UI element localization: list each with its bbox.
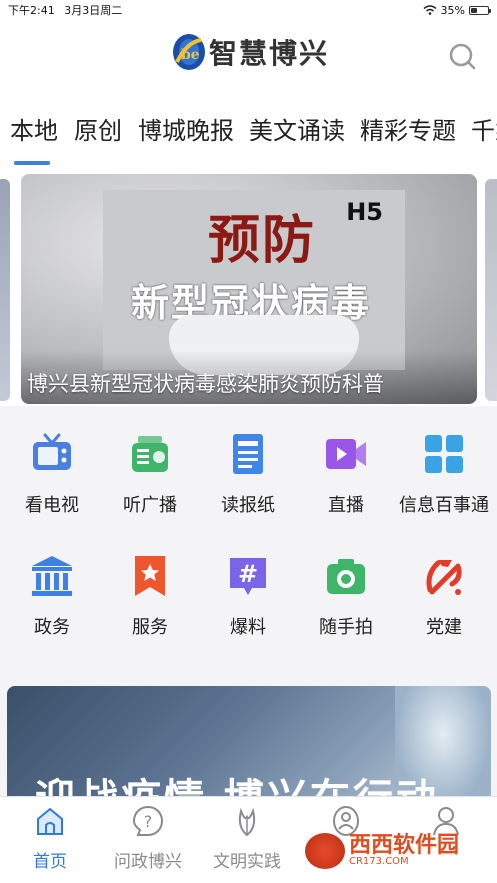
battery-percent: 35% [440, 3, 465, 17]
government-icon [32, 556, 72, 596]
app-header: be 智慧博兴 [0, 20, 497, 95]
poster-title: 预防 [208, 211, 317, 271]
hashtag-icon: # [230, 558, 266, 595]
brand-logo[interactable]: be 智慧博兴 [171, 32, 329, 72]
bottom-tab-civilization-practice[interactable]: 文明实践 [197, 805, 297, 872]
service-label: 政务 [34, 617, 70, 638]
service-label: 服务 [132, 617, 168, 638]
service-snapshot[interactable]: 随手拍 [296, 554, 396, 639]
bottom-tab-label: 文明实践 [213, 852, 281, 872]
banner-slide[interactable]: H5 预防 新型冠状病毒 博兴县新型冠状病毒感染肺炎预防科普 [21, 174, 477, 404]
flame-leaf-icon [238, 807, 256, 837]
watermark-main: 西西软件园 [349, 833, 460, 859]
service-label: 随手拍 [319, 617, 373, 638]
poster-badge: H5 [346, 198, 383, 226]
home-icon [37, 807, 63, 835]
tab-local[interactable]: 本地 [10, 111, 58, 146]
banner-poster-image: H5 预防 新型冠状病毒 [103, 190, 405, 375]
service-services[interactable]: 服务 [100, 554, 200, 639]
brand-emblem-icon: be [173, 34, 205, 70]
tab-bocheng-evening[interactable]: 博城晚报 [138, 111, 234, 146]
question-icon: ? [132, 805, 164, 836]
service-watch-tv[interactable]: 看电视 [2, 432, 102, 517]
watermark-logo-icon [305, 833, 345, 869]
radio-icon [132, 436, 168, 472]
tab-special-topics[interactable]: 精彩专题 [360, 111, 456, 146]
tab-qiancheng[interactable]: 千乘 [471, 111, 497, 146]
newspaper-icon [233, 434, 263, 474]
service-info-hub[interactable]: 信息百事通 [394, 432, 494, 517]
svg-text:?: ? [144, 812, 153, 831]
grid-apps-icon [425, 435, 463, 473]
banner-carousel[interactable]: H5 预防 新型冠状病毒 博兴县新型冠状病毒感染肺炎预防科普 [0, 170, 497, 406]
tv-icon [33, 433, 71, 470]
category-tabs: 本地 原创 博城晚报 美文诵读 精彩专题 千乘 [0, 95, 497, 170]
search-button[interactable] [446, 40, 480, 74]
banner-caption: 博兴县新型冠状病毒感染肺炎预防科普 [27, 372, 384, 396]
wifi-icon [423, 5, 437, 15]
service-listen-radio[interactable]: 听广播 [100, 432, 200, 517]
bottom-tab-home[interactable]: 首页 [0, 805, 100, 872]
bottom-tab-ask-government[interactable]: ? 问政博兴 [98, 805, 198, 872]
watermark-text: 西西软件园 CR173.COM [349, 834, 459, 868]
status-left: 下午2:41 3月3日周二 [8, 2, 128, 18]
tab-active-indicator [14, 161, 50, 165]
site-watermark: 西西软件园 CR173.COM [305, 830, 483, 872]
brand-title: 智慧博兴 [209, 37, 330, 70]
watermark-sub: CR173.COM [349, 856, 409, 868]
service-label: 读报纸 [221, 495, 275, 516]
tab-prose-reading[interactable]: 美文诵读 [249, 111, 345, 146]
bottom-tab-label: 问政博兴 [114, 852, 182, 872]
service-live[interactable]: 直播 [296, 432, 396, 517]
service-label: 直播 [328, 495, 364, 516]
banner-prev-slide[interactable] [0, 179, 10, 401]
service-label: 党建 [426, 617, 462, 638]
battery-icon [469, 5, 491, 15]
news-card[interactable]: 迎战疫情 博兴在行动 [7, 686, 491, 806]
service-label: 爆料 [230, 617, 266, 638]
bookmark-star-icon [135, 556, 165, 596]
search-icon [449, 43, 476, 70]
service-grid: 看电视 听广播 读报纸 直播 信息百事通 政务 服务 # 爆料 随手拍 党建 [0, 406, 497, 676]
tab-original[interactable]: 原创 [74, 111, 122, 146]
service-label: 听广播 [123, 495, 177, 516]
service-tip-off[interactable]: # 爆料 [198, 554, 298, 639]
service-label: 信息百事通 [399, 495, 489, 516]
live-video-icon [326, 439, 366, 469]
bottom-tab-label: 首页 [33, 852, 67, 872]
battery-fill [471, 7, 477, 13]
service-government[interactable]: 政务 [2, 554, 102, 639]
status-date: 3月3日周二 [64, 4, 123, 17]
status-bar: 下午2:41 3月3日周二 35% [0, 0, 497, 20]
party-emblem-icon [426, 560, 462, 595]
banner-next-slide[interactable] [485, 179, 497, 401]
service-label: 看电视 [25, 495, 79, 516]
status-right: 35% [423, 3, 491, 17]
camera-icon [327, 559, 365, 594]
svg-text:be: be [181, 47, 200, 63]
service-party-building[interactable]: 党建 [394, 554, 494, 639]
status-time: 下午2:41 [8, 4, 55, 17]
service-read-newspaper[interactable]: 读报纸 [198, 432, 298, 517]
svg-text:#: # [238, 560, 258, 588]
